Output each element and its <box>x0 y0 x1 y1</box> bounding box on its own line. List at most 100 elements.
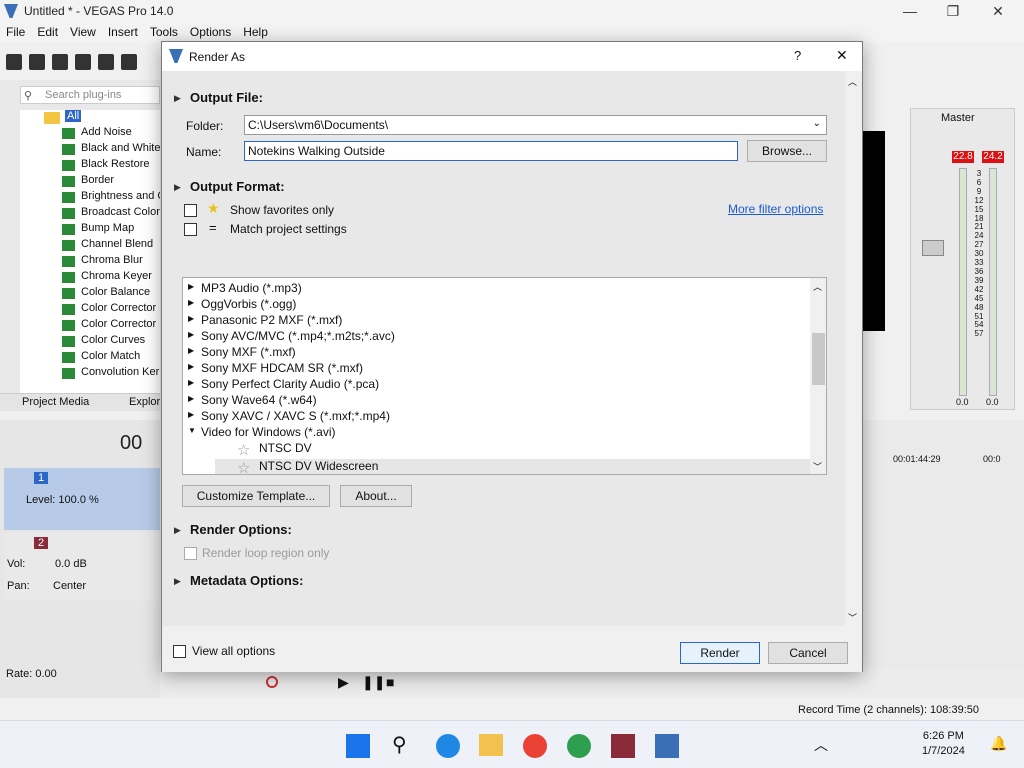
expand-icon[interactable]: ▶ <box>174 93 181 104</box>
dialog-scrollbar[interactable]: ︿ ﹀ <box>845 71 862 626</box>
chrome-icon[interactable] <box>523 734 547 758</box>
template-item[interactable]: ☆ NTSC DV Widescreen <box>215 459 810 474</box>
more-filter-options-link[interactable]: More filter options <box>728 202 823 216</box>
plugin-item[interactable]: Border <box>20 174 160 190</box>
render-options-header[interactable]: Render Options: <box>190 522 292 537</box>
chevron-right-icon[interactable]: ▶ <box>188 346 194 355</box>
open-folder-icon[interactable] <box>29 54 45 70</box>
plugin-item[interactable]: Brightness and C <box>20 190 160 206</box>
dialog-close-button[interactable]: ✕ <box>836 47 848 64</box>
format-item[interactable]: ▶ Sony MXF (*.mxf) <box>183 345 810 361</box>
winrar-icon[interactable] <box>611 734 635 758</box>
tab-explorer[interactable]: Explor <box>129 396 160 408</box>
close-window-button[interactable]: ✕ <box>978 2 1018 20</box>
expand-icon[interactable]: ▶ <box>174 576 181 587</box>
render-button[interactable]: Render <box>680 642 760 664</box>
notification-bell-icon[interactable]: 🔔 <box>990 735 1007 752</box>
vegas-taskbar-icon[interactable] <box>655 734 679 758</box>
video-track-header[interactable]: 1 Level: 100.0 % <box>4 468 160 530</box>
format-item[interactable]: ▶ Sony AVC/MVC (*.mp4;*.m2ts;*.avc) <box>183 329 810 345</box>
output-file-header[interactable]: Output File: <box>190 90 263 105</box>
chevron-right-icon[interactable]: ▶ <box>188 314 194 323</box>
expand-icon[interactable]: ▶ <box>174 182 181 193</box>
master-fader[interactable] <box>922 240 944 256</box>
plugin-root-all[interactable]: All <box>20 110 160 126</box>
format-item[interactable]: ▶ OggVorbis (*.ogg) <box>183 297 810 313</box>
save-icon[interactable] <box>52 54 68 70</box>
menu-options[interactable]: Options <box>184 23 237 39</box>
scroll-up-icon[interactable]: ︿ <box>813 280 822 293</box>
new-file-icon[interactable] <box>6 54 22 70</box>
plugin-item[interactable]: Bump Map <box>20 222 160 238</box>
system-clock[interactable]: 6:26 PM 1/7/2024 <box>922 729 965 759</box>
expand-icon[interactable]: ▶ <box>174 525 181 536</box>
plugin-search-input[interactable]: Search plug-ins <box>20 86 160 104</box>
audio-track-header[interactable]: 2 Vol: 0.0 dB Pan: Center <box>4 533 160 601</box>
help-button[interactable]: ? <box>794 48 801 63</box>
minimize-button[interactable]: — <box>890 2 930 20</box>
record-icon[interactable] <box>266 676 278 688</box>
menu-view[interactable]: View <box>64 23 102 39</box>
match-project-checkbox[interactable] <box>184 223 197 236</box>
output-format-header[interactable]: Output Format: <box>190 179 285 194</box>
chevron-right-icon[interactable]: ▶ <box>188 394 194 403</box>
format-item[interactable]: ▼ Video for Windows (*.avi) <box>183 425 810 441</box>
scroll-up-icon[interactable]: ︿ <box>848 75 857 88</box>
star-outline-icon[interactable]: ☆ <box>237 441 250 459</box>
loop-region-checkbox[interactable] <box>184 547 197 560</box>
plugin-item[interactable]: Color Match <box>20 350 160 366</box>
render-icon[interactable] <box>98 54 114 70</box>
plugin-tree[interactable]: All Add Noise Black and White Black Restor… <box>20 110 160 395</box>
plugin-item[interactable]: Channel Blend <box>20 238 160 254</box>
scroll-down-icon[interactable]: ﹀ <box>848 611 857 624</box>
stop-icon[interactable]: ■ <box>386 674 394 690</box>
search-icon[interactable]: ⚲ <box>392 732 407 757</box>
pause-icon[interactable]: ❚❚ <box>362 674 385 691</box>
plugin-item[interactable]: Color Corrector <box>20 302 160 318</box>
plugin-item[interactable]: Color Corrector <box>20 318 160 334</box>
about-button[interactable]: About... <box>340 485 412 507</box>
scroll-thumb[interactable] <box>812 333 825 385</box>
chevron-right-icon[interactable]: ▶ <box>188 330 194 339</box>
cancel-button[interactable]: Cancel <box>768 642 848 664</box>
gear-icon[interactable] <box>121 54 137 70</box>
favorites-checkbox[interactable] <box>184 204 197 217</box>
plugin-item[interactable]: Chroma Blur <box>20 254 160 270</box>
chevron-right-icon[interactable]: ▶ <box>188 362 194 371</box>
menu-tools[interactable]: Tools <box>144 23 184 39</box>
customize-template-button[interactable]: Customize Template... <box>182 485 330 507</box>
plugin-item[interactable]: Black and White <box>20 142 160 158</box>
format-item[interactable]: ▶ Sony MXF HDCAM SR (*.mxf) <box>183 361 810 377</box>
kdenlive-icon[interactable] <box>567 734 591 758</box>
chevron-right-icon[interactable]: ▶ <box>188 410 194 419</box>
format-item[interactable]: ▶ MP3 Audio (*.mp3) <box>183 281 810 297</box>
windows-start-icon[interactable] <box>346 734 370 758</box>
restore-button[interactable]: ❐ <box>933 2 973 20</box>
tab-project-media[interactable]: Project Media <box>22 396 89 408</box>
chevron-right-icon[interactable]: ▶ <box>188 378 194 387</box>
edge-icon[interactable] <box>436 734 460 758</box>
chevron-up-icon[interactable]: ︿ <box>814 735 828 755</box>
format-item[interactable]: ▶ Sony Wave64 (*.w64) <box>183 393 810 409</box>
menu-insert[interactable]: Insert <box>102 23 144 39</box>
chevron-right-icon[interactable]: ▶ <box>188 282 194 291</box>
metadata-options-header[interactable]: Metadata Options: <box>190 573 303 588</box>
browse-button[interactable]: Browse... <box>747 140 827 162</box>
format-item[interactable]: ▶ Sony XAVC / XAVC S (*.mxf;*.mp4) <box>183 409 810 425</box>
save-as-icon[interactable] <box>75 54 91 70</box>
name-input[interactable]: Notekins Walking Outside <box>244 141 738 161</box>
format-item[interactable]: ▶ Sony Perfect Clarity Audio (*.pca) <box>183 377 810 393</box>
plugin-item[interactable]: Broadcast Colors <box>20 206 160 222</box>
play-icon[interactable]: ▶ <box>338 674 349 691</box>
folder-combobox[interactable]: C:\Users\vm6\Documents\ ⌄ <box>244 115 827 135</box>
menu-help[interactable]: Help <box>237 23 274 39</box>
plugin-item[interactable]: Chroma Keyer <box>20 270 160 286</box>
view-all-options-checkbox[interactable] <box>173 645 186 658</box>
chevron-down-icon[interactable]: ▼ <box>188 426 196 435</box>
format-list-scrollbar[interactable]: ︿ ﹀ <box>810 278 826 474</box>
scroll-down-icon[interactable]: ﹀ <box>813 460 822 473</box>
chevron-right-icon[interactable]: ▶ <box>188 298 194 307</box>
template-item[interactable]: ☆ NTSC DV <box>183 441 810 459</box>
plugin-item[interactable]: Color Balance <box>20 286 160 302</box>
menu-edit[interactable]: Edit <box>31 23 64 39</box>
